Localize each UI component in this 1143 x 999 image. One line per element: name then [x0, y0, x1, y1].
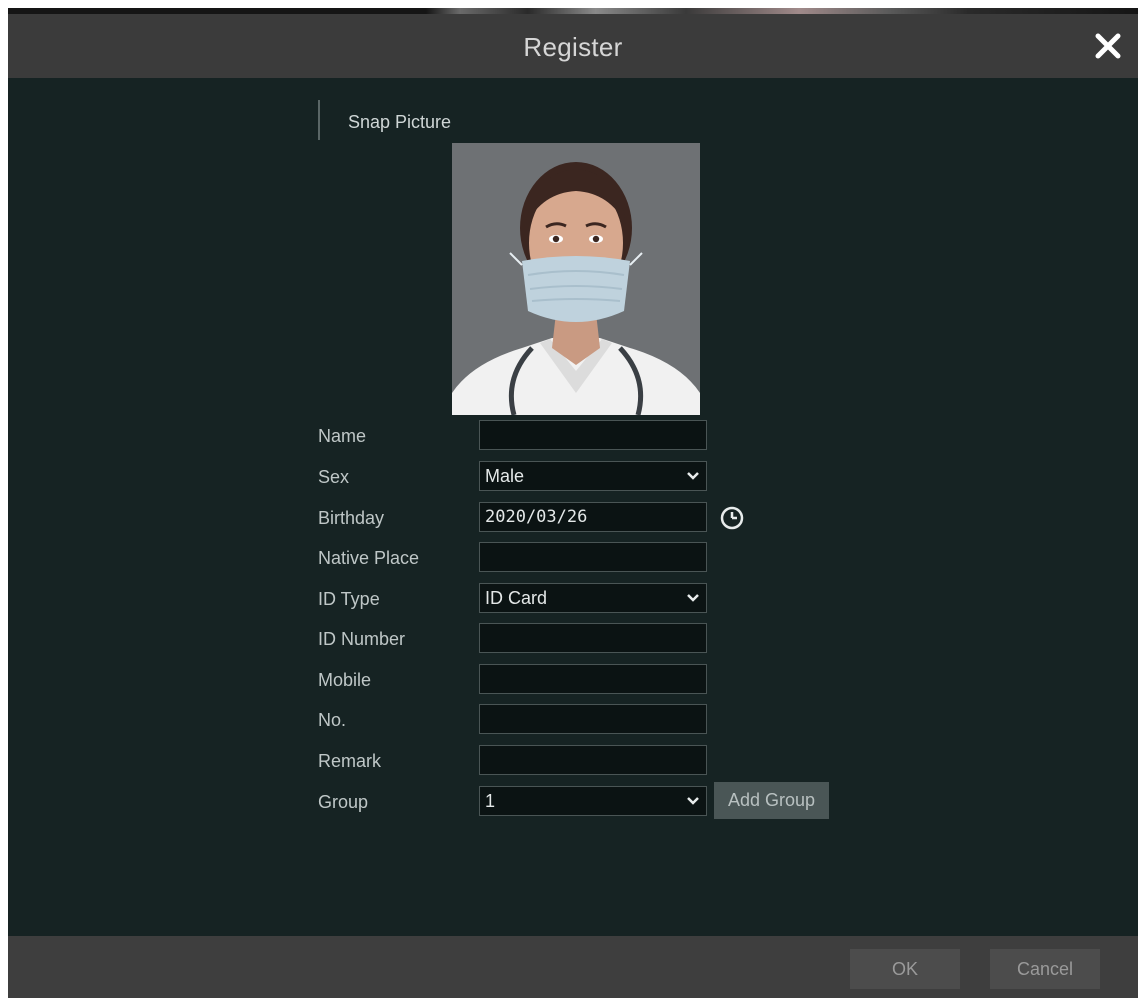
register-dialog: Register Snap Picture Name Sex Male Birt… — [8, 8, 1138, 998]
mobile-field[interactable] — [479, 664, 707, 694]
native-place-label: Native Place — [318, 548, 420, 568]
mobile-label: Mobile — [318, 670, 372, 690]
title-bar: Register — [8, 14, 1138, 78]
add-group-button[interactable]: Add Group — [714, 782, 829, 819]
group-select[interactable]: 1 — [479, 786, 707, 816]
id-number-label: ID Number — [318, 629, 406, 649]
clock-icon — [720, 506, 744, 530]
snap-picture-section-header: Snap Picture — [318, 100, 451, 140]
no-label: No. — [318, 710, 347, 730]
close-icon — [1095, 33, 1121, 59]
group-value: 1 — [485, 791, 496, 811]
name-label: Name — [318, 426, 367, 446]
ok-button[interactable]: OK — [850, 949, 960, 989]
snap-photo — [452, 143, 700, 415]
group-label: Group — [318, 792, 369, 812]
person-photo-icon — [452, 143, 700, 415]
birthday-label: Birthday — [318, 508, 385, 528]
birthday-picker-button[interactable] — [716, 502, 748, 534]
sex-value: Male — [485, 466, 525, 486]
sex-label: Sex — [318, 467, 350, 487]
name-field[interactable] — [479, 420, 707, 450]
chevron-down-icon — [687, 797, 699, 805]
id-number-field[interactable] — [479, 623, 707, 653]
id-type-value: ID Card — [485, 588, 548, 608]
dialog-footer: OK Cancel — [8, 936, 1138, 998]
close-button[interactable] — [1092, 30, 1124, 62]
chevron-down-icon — [687, 472, 699, 480]
id-type-select[interactable]: ID Card — [479, 583, 707, 613]
remark-label: Remark — [318, 751, 382, 771]
cancel-button[interactable]: Cancel — [990, 949, 1100, 989]
dialog-title: Register — [523, 32, 623, 62]
native-place-field[interactable] — [479, 542, 707, 572]
remark-field[interactable] — [479, 745, 707, 775]
section-title: Snap Picture — [348, 112, 452, 132]
id-type-label: ID Type — [318, 589, 380, 609]
birthday-field[interactable]: 2020/03/26 — [479, 502, 707, 532]
chevron-down-icon — [687, 594, 699, 602]
sex-select[interactable]: Male — [479, 461, 707, 491]
no-field[interactable] — [479, 704, 707, 734]
